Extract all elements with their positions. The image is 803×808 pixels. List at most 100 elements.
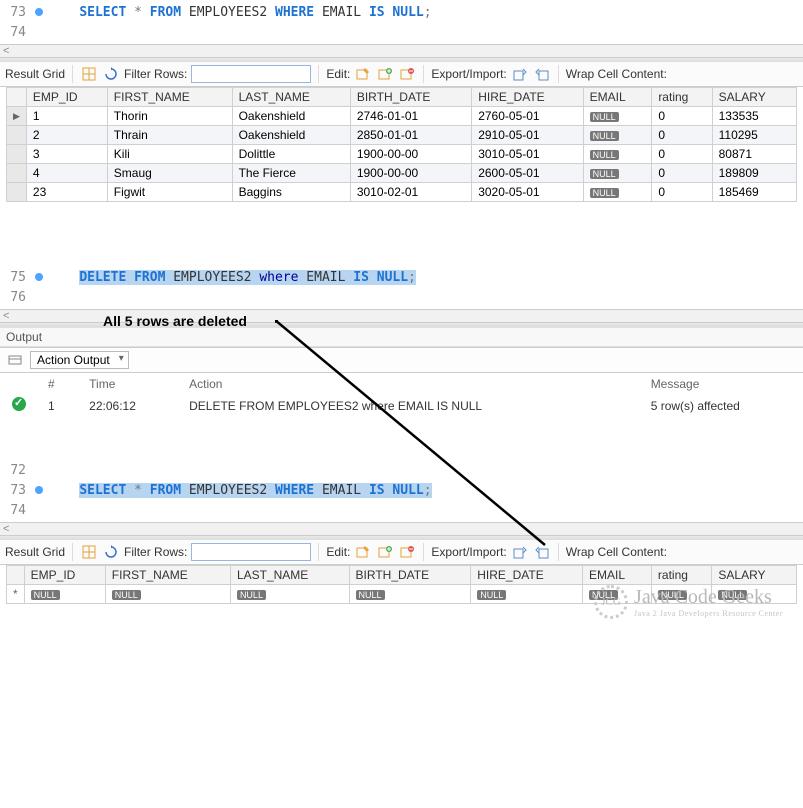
cell[interactable]: 0 (652, 145, 712, 164)
code-text[interactable]: DELETE FROM EMPLOYEES2 where EMAIL IS NU… (48, 270, 416, 285)
refresh-icon[interactable] (102, 65, 120, 83)
code-line[interactable]: 73 SELECT * FROM EMPLOYEES2 WHERE EMAIL … (0, 480, 803, 500)
cell[interactable]: NULL (105, 585, 230, 604)
cell[interactable]: NULL (349, 585, 471, 604)
code-text[interactable] (48, 290, 79, 305)
column-header[interactable]: BIRTH_DATE (349, 566, 471, 585)
add-row-icon[interactable] (376, 65, 394, 83)
cell[interactable]: NULL (583, 164, 652, 183)
breakpoint-icon[interactable] (35, 273, 43, 281)
import-icon[interactable] (533, 543, 551, 561)
code-text[interactable]: SELECT * FROM EMPLOYEES2 WHERE EMAIL IS … (48, 5, 432, 20)
cell[interactable]: 2600-05-01 (472, 164, 583, 183)
code-line[interactable]: 72 (0, 460, 803, 480)
sql-editor-3[interactable]: 72 73 SELECT * FROM EMPLOYEES2 WHERE EMA… (0, 458, 803, 522)
cell[interactable]: Smaug (107, 164, 232, 183)
hscrollbar-3[interactable]: < (0, 522, 803, 536)
delete-row-icon[interactable] (398, 543, 416, 561)
column-header[interactable]: EMAIL (583, 88, 652, 107)
cell[interactable]: 1900-00-00 (350, 164, 471, 183)
export-icon[interactable] (511, 65, 529, 83)
cell[interactable]: 23 (26, 183, 107, 202)
column-header[interactable]: LAST_NAME (232, 88, 350, 107)
edit-pencil-icon[interactable] (354, 543, 372, 561)
cell[interactable]: Thorin (107, 107, 232, 126)
cell[interactable]: 3010-02-01 (350, 183, 471, 202)
code-text[interactable]: SELECT * FROM EMPLOYEES2 WHERE EMAIL IS … (48, 483, 432, 498)
column-header[interactable]: LAST_NAME (230, 566, 349, 585)
cell[interactable]: 133535 (712, 107, 796, 126)
cell[interactable]: 3 (26, 145, 107, 164)
result-grid-1[interactable]: EMP_IDFIRST_NAMELAST_NAMEBIRTH_DATEHIRE_… (6, 87, 797, 202)
cell[interactable]: 2760-05-01 (472, 107, 583, 126)
cell[interactable]: 0 (652, 107, 712, 126)
breakpoint-icon[interactable] (35, 8, 43, 16)
scroll-left-icon[interactable]: < (0, 45, 12, 57)
column-header[interactable]: FIRST_NAME (107, 88, 232, 107)
column-header[interactable]: EMAIL (583, 566, 652, 585)
cell[interactable]: NULL (24, 585, 105, 604)
cell[interactable]: Kili (107, 145, 232, 164)
cell[interactable]: 3010-05-01 (472, 145, 583, 164)
cell[interactable]: 189809 (712, 164, 796, 183)
column-header[interactable]: HIRE_DATE (472, 88, 583, 107)
output-row[interactable]: 122:06:12DELETE FROM EMPLOYEES2 where EM… (2, 395, 801, 416)
cell[interactable]: Oakenshield (232, 126, 350, 145)
grid-view-icon[interactable] (80, 543, 98, 561)
cell[interactable]: 185469 (712, 183, 796, 202)
code-text[interactable] (48, 503, 79, 518)
table-row[interactable]: 2ThrainOakenshield2850-01-012910-05-01NU… (7, 126, 797, 145)
export-icon[interactable] (511, 543, 529, 561)
cell[interactable]: NULL (230, 585, 349, 604)
cell[interactable]: 3020-05-01 (472, 183, 583, 202)
grid-view-icon[interactable] (80, 65, 98, 83)
code-line[interactable]: 74 (0, 500, 803, 520)
cell[interactable]: 4 (26, 164, 107, 183)
cell[interactable]: Dolittle (232, 145, 350, 164)
cell[interactable]: 0 (652, 164, 712, 183)
filter-rows-input[interactable] (191, 65, 311, 83)
output-icon[interactable] (6, 351, 24, 369)
edit-pencil-icon[interactable] (354, 65, 372, 83)
column-header[interactable]: rating (652, 88, 712, 107)
output-mode-dropdown[interactable]: Action Output (30, 351, 129, 369)
cell[interactable]: 0 (652, 126, 712, 145)
code-line[interactable]: 74 (0, 22, 803, 42)
import-icon[interactable] (533, 65, 551, 83)
cell[interactable]: The Fierce (232, 164, 350, 183)
table-row[interactable]: 23FigwitBaggins3010-02-013020-05-01NULL0… (7, 183, 797, 202)
scroll-left-icon[interactable]: < (0, 523, 12, 535)
cell[interactable]: 1900-00-00 (350, 145, 471, 164)
cell[interactable]: Thrain (107, 126, 232, 145)
cell[interactable]: 110295 (712, 126, 796, 145)
breakpoint-icon[interactable] (35, 486, 43, 494)
cell[interactable]: Baggins (232, 183, 350, 202)
cell[interactable]: 2910-05-01 (472, 126, 583, 145)
sql-editor-2[interactable]: 75 DELETE FROM EMPLOYEES2 where EMAIL IS… (0, 265, 803, 309)
cell[interactable]: NULL (471, 585, 583, 604)
add-row-icon[interactable] (376, 543, 394, 561)
column-header[interactable]: HIRE_DATE (471, 566, 583, 585)
column-header[interactable]: EMP_ID (26, 88, 107, 107)
table-row[interactable]: ▶1ThorinOakenshield2746-01-012760-05-01N… (7, 107, 797, 126)
refresh-icon[interactable] (102, 543, 120, 561)
table-row[interactable]: 4SmaugThe Fierce1900-00-002600-05-01NULL… (7, 164, 797, 183)
cell[interactable]: NULL (583, 183, 652, 202)
cell[interactable]: NULL (583, 107, 652, 126)
cell[interactable]: Oakenshield (232, 107, 350, 126)
column-header[interactable]: SALARY (712, 88, 796, 107)
column-header[interactable]: SALARY (712, 566, 797, 585)
cell[interactable]: 0 (652, 183, 712, 202)
cell[interactable]: NULL (583, 145, 652, 164)
column-header[interactable]: rating (651, 566, 712, 585)
code-line[interactable]: 75 DELETE FROM EMPLOYEES2 where EMAIL IS… (0, 267, 803, 287)
column-header[interactable]: BIRTH_DATE (350, 88, 471, 107)
cell[interactable]: 2 (26, 126, 107, 145)
scroll-left-icon[interactable]: < (0, 310, 12, 322)
cell[interactable]: 2746-01-01 (350, 107, 471, 126)
code-text[interactable] (48, 463, 79, 478)
cell[interactable]: 1 (26, 107, 107, 126)
column-header[interactable]: EMP_ID (24, 566, 105, 585)
table-row[interactable]: 3KiliDolittle1900-00-003010-05-01NULL080… (7, 145, 797, 164)
sql-editor-1[interactable]: 73 SELECT * FROM EMPLOYEES2 WHERE EMAIL … (0, 0, 803, 44)
